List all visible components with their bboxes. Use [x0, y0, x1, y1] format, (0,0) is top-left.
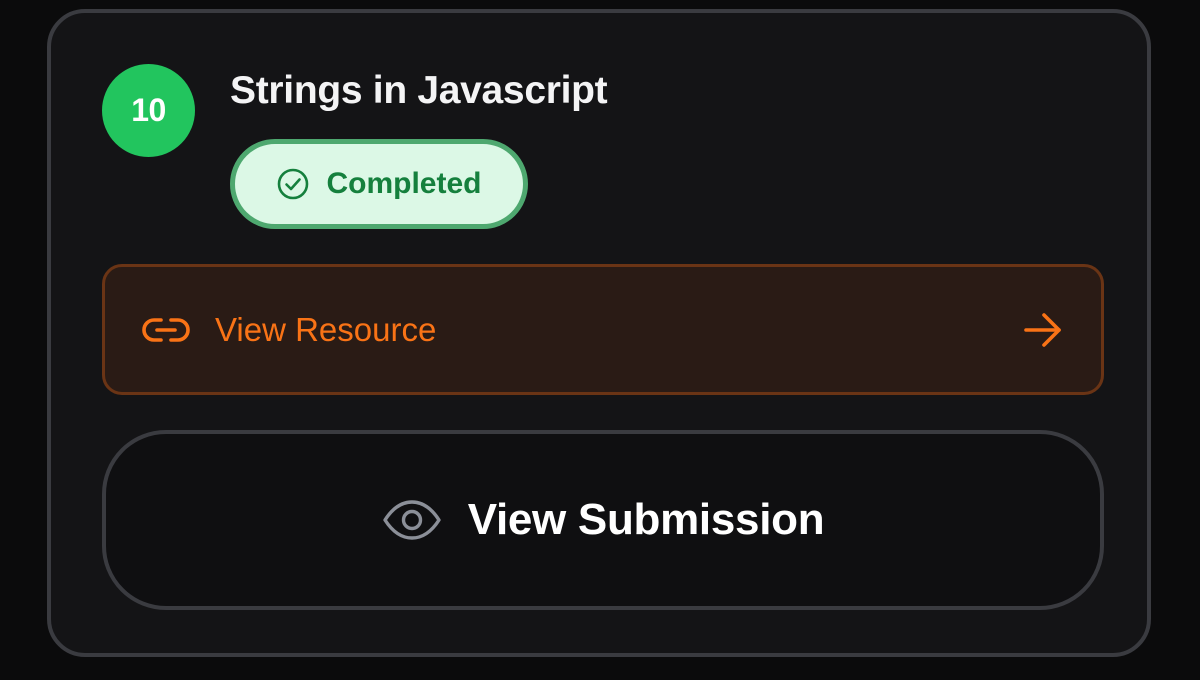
- view-resource-label: View Resource: [215, 310, 437, 348]
- view-submission-button[interactable]: View Submission: [102, 430, 1104, 610]
- lesson-title: Strings in Javascript: [230, 69, 608, 112]
- view-submission-label: View Submission: [467, 495, 825, 544]
- view-resource-link[interactable]: View Resource: [102, 264, 1104, 395]
- status-badge: Completed: [230, 139, 528, 229]
- arrow-right-icon: [1024, 312, 1061, 347]
- lesson-number-badge: 10: [102, 64, 195, 157]
- check-circle-icon: [278, 168, 309, 200]
- status-label: Completed: [326, 167, 482, 200]
- link-icon: [142, 317, 190, 342]
- lesson-card: 10 Strings in Javascript Completed View …: [47, 9, 1151, 657]
- eye-icon: [383, 500, 441, 540]
